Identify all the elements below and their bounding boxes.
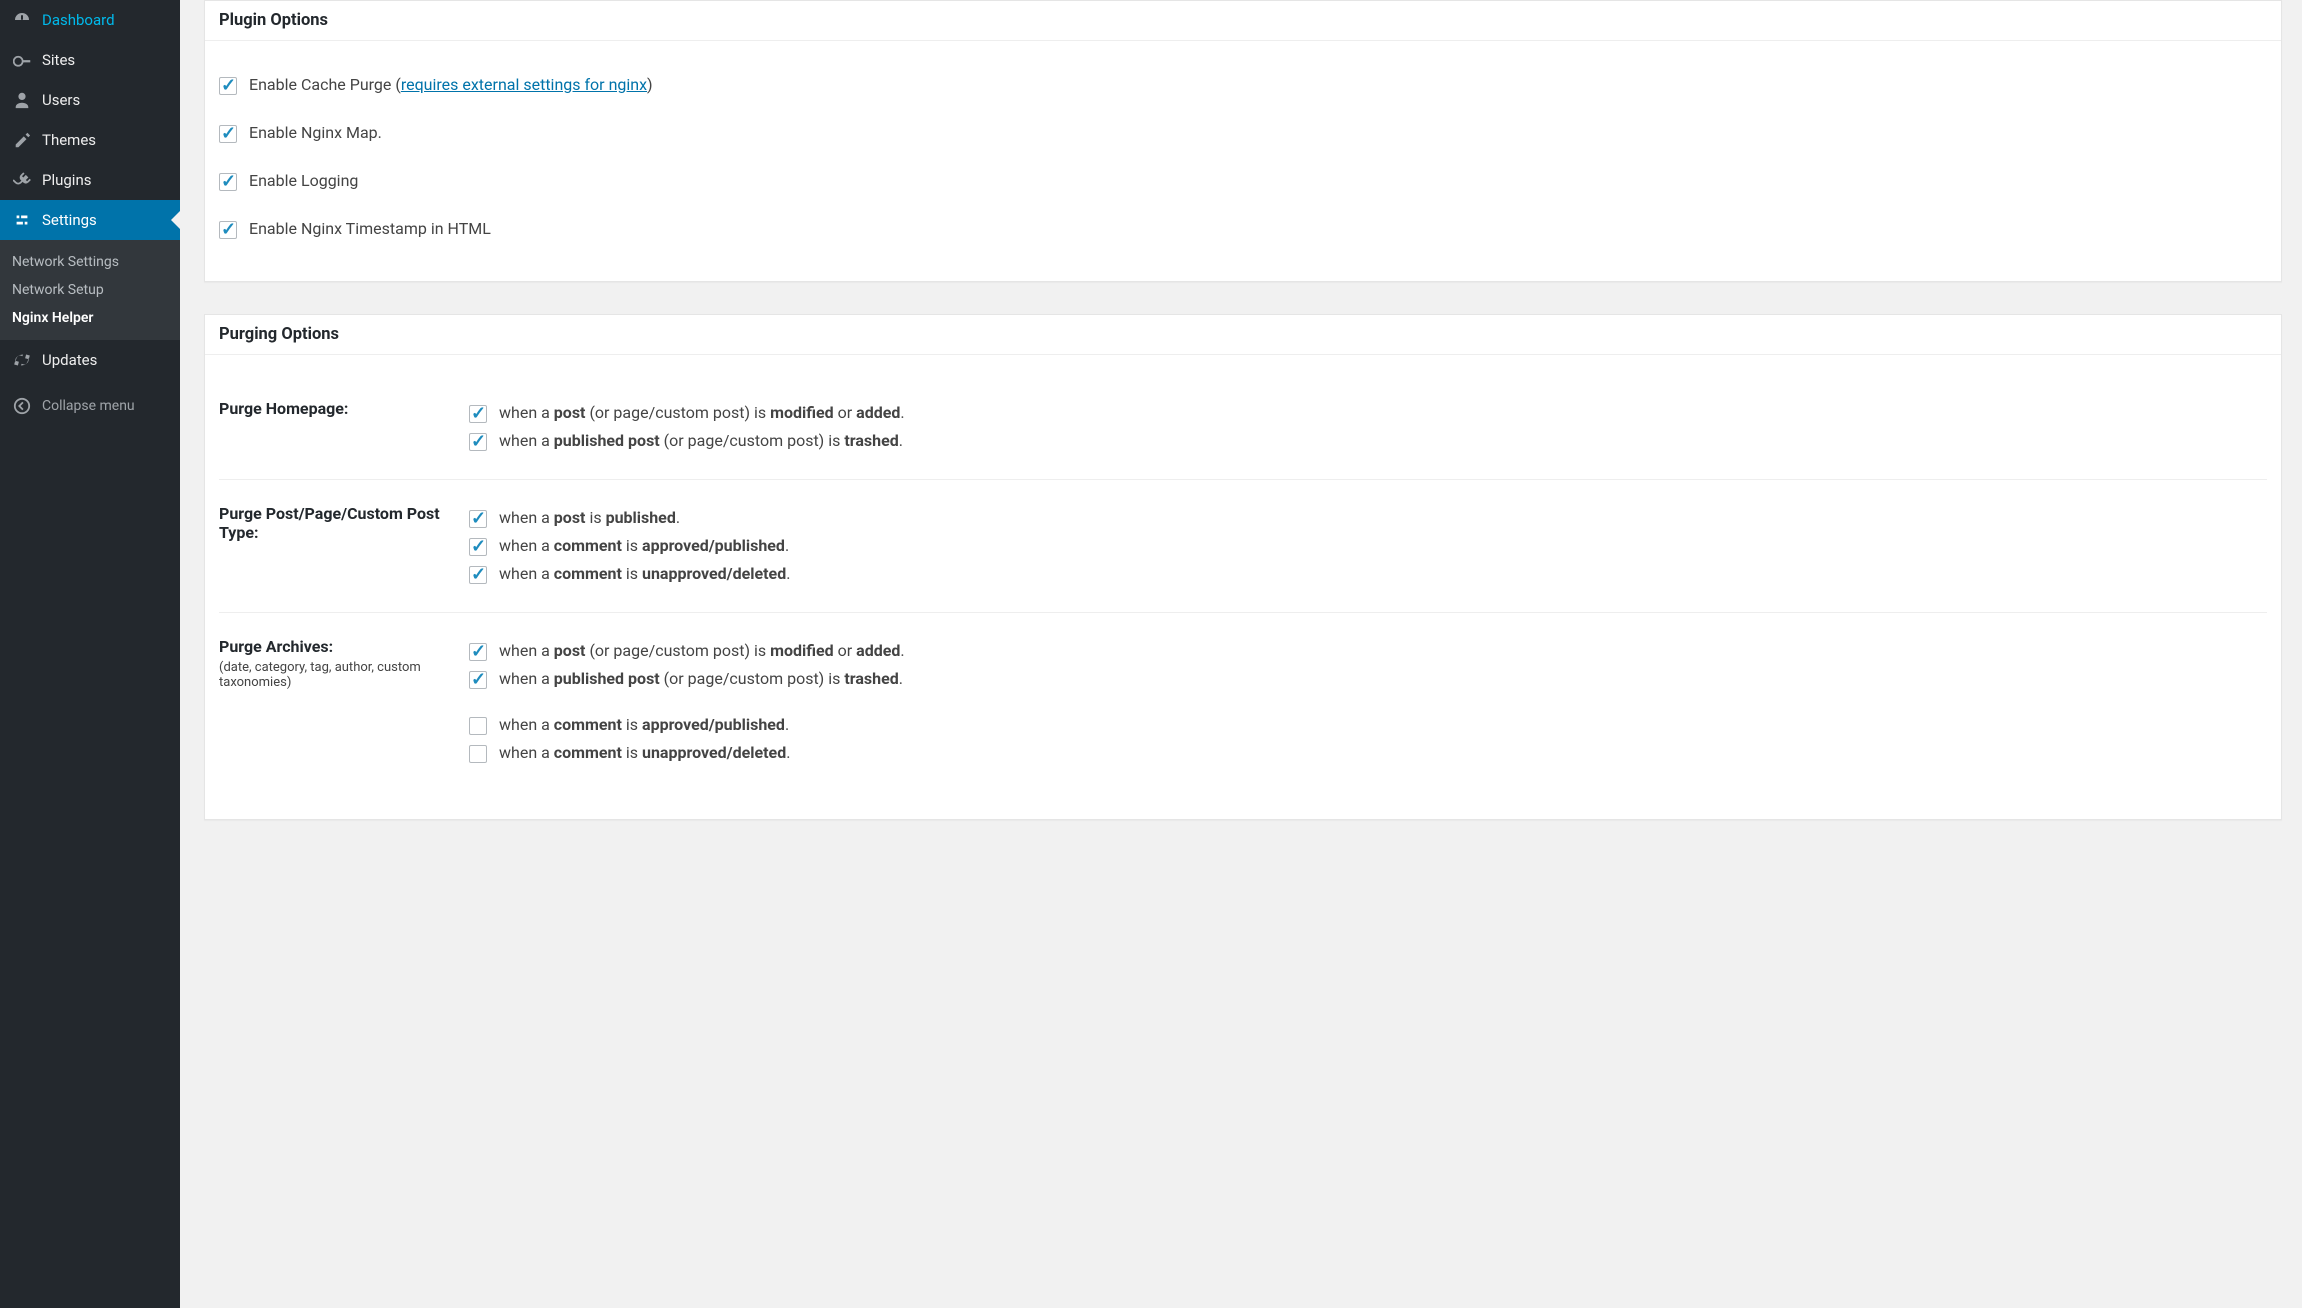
sidebar-item-users[interactable]: Users [0,80,180,120]
purge-post-row: Purge Post/Page/Custom Post Type: when a… [219,480,2267,613]
purge-archives-modified-checkbox[interactable] [469,643,487,661]
checkbox-label[interactable]: when a comment is unapproved/deleted. [499,564,790,583]
enable-cache-purge-label[interactable]: Enable Cache Purge (requires external se… [249,75,653,94]
purge-archives-comment-unapproved-checkbox[interactable] [469,745,487,763]
enable-cache-purge-checkbox[interactable] [219,77,237,95]
purging-options-panel: Purging Options Purge Homepage: when a p… [204,314,2282,820]
sidebar-item-settings[interactable]: Settings [0,200,180,240]
purge-post-comment-unapproved-checkbox[interactable] [469,566,487,584]
purge-post-comment-approved-checkbox[interactable] [469,538,487,556]
sidebar-item-updates[interactable]: Updates [0,340,180,380]
checkbox-label[interactable]: when a post (or page/custom post) is mod… [499,641,905,660]
sidebar-item-label: Plugins [42,171,91,189]
submenu-item-network-setup[interactable]: Network Setup [0,276,180,304]
purge-archives-opt-comment-approved: when a comment is approved/published. [469,711,2267,739]
themes-icon [12,130,32,150]
sidebar-item-themes[interactable]: Themes [0,120,180,160]
purge-homepage-opt-modified: when a post (or page/custom post) is mod… [469,399,2267,427]
plugin-options-panel: Plugin Options Enable Cache Purge (requi… [204,0,2282,282]
sidebar-item-label: Dashboard [42,11,115,29]
checkbox-label[interactable]: when a comment is unapproved/deleted. [499,743,790,762]
users-icon [12,90,32,110]
purge-post-opt-published: when a post is published. [469,504,2267,532]
purge-archives-opt-trashed: when a published post (or page/custom po… [469,665,2267,693]
sidebar-item-dashboard[interactable]: Dashboard [0,0,180,40]
sidebar-item-label: Users [42,91,80,109]
checkbox-label[interactable]: when a published post (or page/custom po… [499,669,903,688]
purge-post-opt-comment-approved: when a comment is approved/published. [469,532,2267,560]
purge-post-opt-comment-unapproved: when a comment is unapproved/deleted. [469,560,2267,588]
purge-homepage-modified-checkbox[interactable] [469,405,487,423]
enable-logging-label[interactable]: Enable Logging [249,171,358,190]
option-enable-nginx-timestamp: Enable Nginx Timestamp in HTML [219,205,2267,253]
checkbox-label[interactable]: when a published post (or page/custom po… [499,431,903,450]
purge-homepage-opt-trashed: when a published post (or page/custom po… [469,427,2267,455]
main-content: Plugin Options Enable Cache Purge (requi… [180,0,2302,1308]
external-settings-link[interactable]: requires external settings for nginx [401,75,647,94]
panel-title: Purging Options [205,315,2281,355]
sites-icon [12,50,32,70]
collapse-label: Collapse menu [42,398,135,414]
purge-archives-sublabel: (date, category, tag, author, custom tax… [219,660,469,690]
enable-nginx-timestamp-label[interactable]: Enable Nginx Timestamp in HTML [249,219,491,238]
checkbox-label[interactable]: when a post is published. [499,508,680,527]
submenu-item-nginx-helper[interactable]: Nginx Helper [0,304,180,332]
option-enable-cache-purge: Enable Cache Purge (requires external se… [219,61,2267,109]
checkbox-label[interactable]: when a post (or page/custom post) is mod… [499,403,905,422]
purge-archives-label: Purge Archives: (date, category, tag, au… [219,637,469,690]
purge-post-label: Purge Post/Page/Custom Post Type: [219,504,469,542]
enable-nginx-map-label[interactable]: Enable Nginx Map. [249,123,382,142]
collapse-icon [12,396,32,416]
purge-archives-trashed-checkbox[interactable] [469,671,487,689]
settings-icon [12,210,32,230]
checkbox-label[interactable]: when a comment is approved/published. [499,715,789,734]
purge-post-published-checkbox[interactable] [469,510,487,528]
sidebar-item-label: Sites [42,51,75,69]
purge-homepage-row: Purge Homepage: when a post (or page/cus… [219,375,2267,480]
purge-archives-opt-comment-unapproved: when a comment is unapproved/deleted. [469,739,2267,767]
option-enable-nginx-map: Enable Nginx Map. [219,109,2267,157]
enable-nginx-timestamp-checkbox[interactable] [219,221,237,239]
sidebar-item-label: Settings [42,211,97,229]
sidebar-item-sites[interactable]: Sites [0,40,180,80]
enable-logging-checkbox[interactable] [219,173,237,191]
collapse-menu-button[interactable]: Collapse menu [0,386,180,426]
sidebar-item-plugins[interactable]: Plugins [0,160,180,200]
sidebar-item-label: Updates [42,351,97,369]
settings-submenu: Network Settings Network Setup Nginx Hel… [0,240,180,340]
panel-title: Plugin Options [205,1,2281,41]
admin-sidebar: Dashboard Sites Users Themes Plugins Set… [0,0,180,1308]
dashboard-icon [12,10,32,30]
purge-archives-comment-approved-checkbox[interactable] [469,717,487,735]
plugins-icon [12,170,32,190]
option-enable-logging: Enable Logging [219,157,2267,205]
submenu-item-network-settings[interactable]: Network Settings [0,248,180,276]
sidebar-item-label: Themes [42,131,96,149]
purge-archives-opt-modified: when a post (or page/custom post) is mod… [469,637,2267,665]
updates-icon [12,350,32,370]
purge-archives-row: Purge Archives: (date, category, tag, au… [219,613,2267,791]
purge-homepage-trashed-checkbox[interactable] [469,433,487,451]
purge-homepage-label: Purge Homepage: [219,399,469,418]
checkbox-label[interactable]: when a comment is approved/published. [499,536,789,555]
enable-nginx-map-checkbox[interactable] [219,125,237,143]
